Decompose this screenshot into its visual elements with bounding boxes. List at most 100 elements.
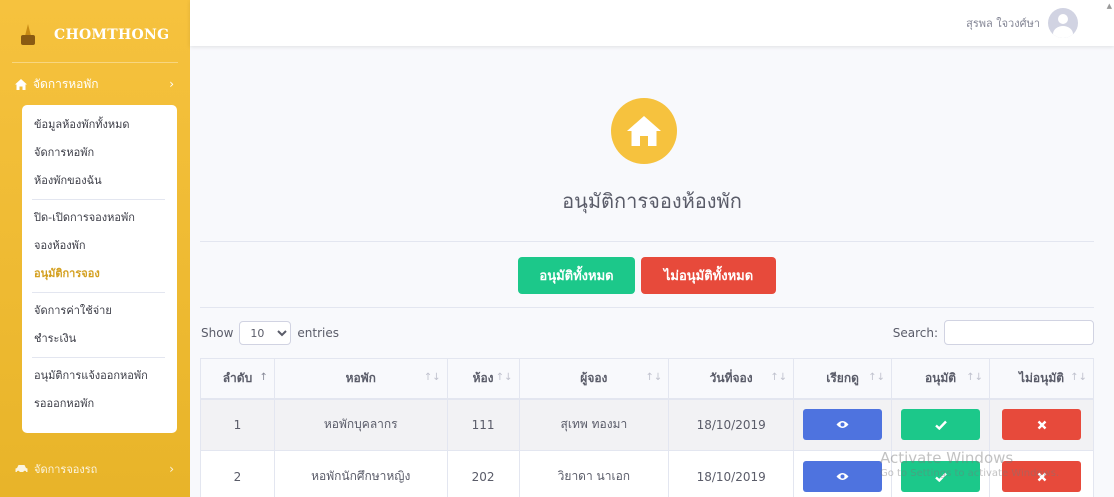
eye-icon — [836, 421, 849, 429]
submenu-divider — [32, 199, 165, 200]
cell-no: 1 — [200, 398, 275, 451]
search-input[interactable] — [944, 320, 1094, 345]
home-icon — [15, 78, 27, 90]
times-icon — [1037, 420, 1046, 430]
brand-link[interactable]: CHOMTHONG — [12, 10, 190, 60]
cell-approve — [891, 450, 990, 497]
topbar: สุรพล ใจวงศ์ษา ▲ — [190, 0, 1114, 46]
sort-icon: ↑↓ — [495, 372, 513, 383]
sidebar-item-approve-booking[interactable]: อนุมัติการจอง — [22, 260, 177, 288]
page-title: อนุมัติการจองห้องพัก — [562, 189, 742, 213]
divider — [200, 307, 1094, 308]
chevron-right-icon: › — [169, 77, 174, 91]
check-icon — [934, 420, 947, 430]
table-row: 2 หอพักนักศึกษาหญิง 202 วิยาดา นาเอก 18/… — [200, 450, 1094, 497]
sidebar-item-my-room[interactable]: ห้องพักของฉัน — [22, 167, 177, 195]
show-label: Show — [201, 326, 234, 340]
view-button[interactable] — [803, 461, 883, 492]
check-icon — [934, 472, 947, 482]
sidebar-section-label: จัดการจองรถ — [34, 463, 98, 476]
sidebar-item-book-room[interactable]: จองห้องพัก — [22, 232, 177, 260]
sidebar-divider — [12, 62, 178, 63]
approve-all-button[interactable]: อนุมัติทั้งหมด — [518, 257, 635, 294]
sidebar-item-manage-dorm[interactable]: จัดการหอพัก — [22, 139, 177, 167]
cell-dorm: หอพักบุคลากร — [273, 398, 448, 451]
house-icon-glyph — [627, 116, 661, 146]
col-header-view[interactable]: เรียกดู ↑↓ — [793, 358, 893, 400]
col-header-no[interactable]: ลำดับ ↑ — [200, 358, 275, 400]
sidebar-item-approve-checkout[interactable]: อนุมัติการแจ้งออกหอพัก — [22, 362, 177, 390]
sidebar-submenu: ข้อมูลห้องพักทั้งหมด จัดการหอพัก ห้องพัก… — [22, 105, 177, 433]
sort-icon: ↑↓ — [645, 372, 663, 383]
cell-room: 202 — [446, 450, 520, 497]
eye-icon — [836, 473, 849, 480]
approve-button[interactable] — [901, 461, 981, 492]
cell-booker: วิยาดา นาเอก — [518, 450, 670, 497]
times-icon — [1037, 472, 1046, 481]
cell-booker: สุเทพ ทองมา — [518, 398, 670, 451]
sidebar-item-open-close-booking[interactable]: ปิด-เปิดการจองหอพัก — [22, 204, 177, 232]
col-header-reject[interactable]: ไม่อนุมัติ ↑↓ — [989, 358, 1094, 400]
sort-icon: ↑↓ — [966, 372, 983, 383]
col-header-label: ผู้จอง — [580, 370, 608, 385]
car-icon — [15, 465, 28, 474]
submenu-divider — [32, 357, 165, 358]
sidebar-item-all-rooms[interactable]: ข้อมูลห้องพักทั้งหมด — [22, 111, 177, 139]
user-menu[interactable]: สุรพล ใจวงศ์ษา — [966, 8, 1078, 38]
cell-reject — [989, 398, 1094, 451]
sidebar-section-car-booking[interactable]: จัดการจองรถ › — [12, 455, 178, 483]
cell-dorm: หอพักนักศึกษาหญิง — [273, 450, 448, 497]
user-name: สุรพล ใจวงศ์ษา — [966, 17, 1040, 30]
cell-reject — [989, 450, 1094, 497]
cell-room: 111 — [446, 398, 520, 451]
col-header-booker[interactable]: ผู้จอง ↑↓ — [518, 358, 670, 400]
reject-button[interactable] — [1002, 409, 1081, 441]
sidebar-item-pending-checkout[interactable]: รอออกหอพัก — [22, 390, 177, 418]
cell-no: 2 — [200, 450, 275, 497]
table-header-row: ลำดับ ↑ หอพัก ↑↓ ห้อง ↑↓ ผู้จอง ↑↓ วันที่จอง… — [200, 358, 1094, 400]
sort-icon: ↑↓ — [423, 372, 441, 383]
col-header-label: ห้อง — [472, 370, 494, 385]
avatar — [1048, 8, 1078, 38]
col-header-room[interactable]: ห้อง ↑↓ — [446, 358, 520, 400]
temple-logo-icon — [20, 24, 36, 46]
table-row: 1 หอพักบุคลากร 111 สุเทพ ทองมา 18/10/201… — [200, 398, 1094, 451]
sidebar-section-label: จัดการหอพัก — [33, 76, 99, 91]
house-icon — [611, 98, 677, 164]
reject-all-button[interactable]: ไม่อนุมัติทั้งหมด — [641, 257, 776, 294]
col-header-label: วันที่จอง — [709, 370, 753, 385]
view-button[interactable] — [803, 409, 883, 441]
entries-label: entries — [297, 326, 339, 340]
brand-name: CHOMTHONG — [54, 27, 170, 43]
col-header-label: ไม่อนุมัติ — [1018, 370, 1065, 385]
sort-icon: ↑↓ — [868, 372, 886, 383]
cell-date: 18/10/2019 — [668, 450, 795, 497]
chevron-right-icon: › — [169, 462, 174, 476]
reject-button[interactable] — [1002, 461, 1081, 492]
sort-asc-icon: ↑ — [259, 372, 268, 383]
col-header-date[interactable]: วันที่จอง ↑↓ — [668, 358, 795, 400]
cell-view — [793, 450, 893, 497]
divider — [200, 241, 1094, 242]
booking-table: ลำดับ ↑ หอพัก ↑↓ ห้อง ↑↓ ผู้จอง ↑↓ วันที่จอง… — [200, 358, 1094, 497]
sidebar: CHOMTHONG จัดการหอพัก › ข้อมูลห้องพักทั้… — [0, 0, 190, 497]
sidebar-item-payment[interactable]: ชำระเงิน — [22, 325, 177, 353]
search-label: Search: — [892, 325, 938, 340]
sort-icon: ↑↓ — [770, 372, 788, 383]
cell-view — [793, 398, 893, 451]
submenu-divider — [32, 292, 165, 293]
show-entries: Show 10 entries — [201, 321, 339, 345]
col-header-label: หอพัก — [345, 370, 376, 385]
entries-select[interactable]: 10 — [239, 321, 292, 345]
col-header-label: ลำดับ — [222, 370, 253, 385]
col-header-label: อนุมัติ — [924, 370, 957, 385]
cell-approve — [891, 398, 990, 451]
col-header-approve[interactable]: อนุมัติ ↑↓ — [891, 358, 990, 400]
approve-button[interactable] — [901, 409, 981, 441]
sidebar-item-manage-expenses[interactable]: จัดการค่าใช้จ่าย — [22, 297, 177, 325]
search-box: Search: — [893, 320, 1094, 345]
sidebar-section-dorm[interactable]: จัดการหอพัก › — [12, 70, 178, 98]
col-header-dorm[interactable]: หอพัก ↑↓ — [273, 358, 448, 400]
scroll-up-arrow-icon[interactable]: ▲ — [1107, 2, 1112, 10]
cell-date: 18/10/2019 — [668, 398, 795, 451]
